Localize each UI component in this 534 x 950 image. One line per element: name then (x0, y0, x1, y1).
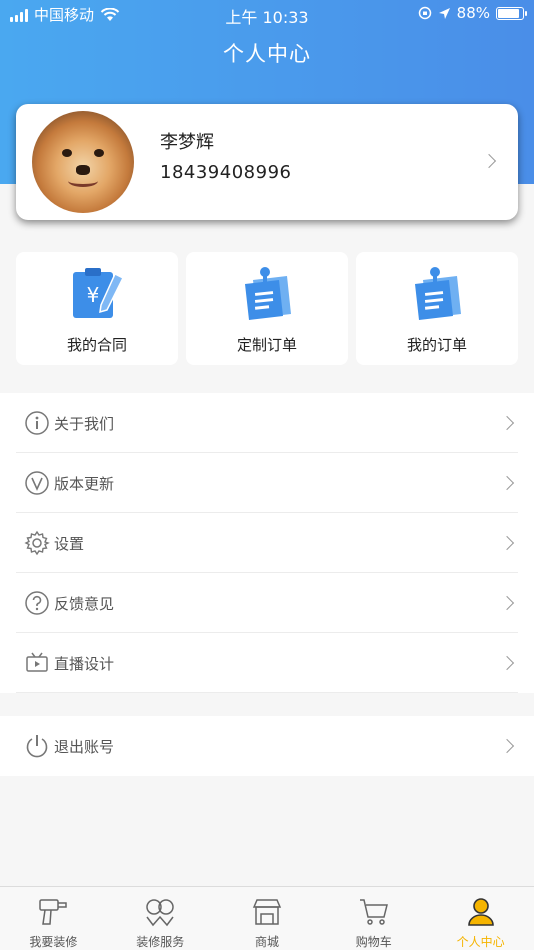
power-icon (26, 735, 48, 758)
quick-action-my-order[interactable]: 我的订单 (356, 252, 518, 365)
avatar-nose (76, 165, 90, 175)
status-bar: 中国移动 上午 10:33 88% (0, 0, 534, 28)
tab-cart[interactable]: 购物车 (320, 887, 427, 950)
contract-yen-icon: ¥ (73, 268, 125, 318)
chevron-right-icon (499, 475, 515, 491)
avatar[interactable] (32, 111, 134, 213)
info-icon (25, 411, 49, 435)
version-icon (25, 471, 49, 495)
svg-text:¥: ¥ (87, 283, 100, 307)
chevron-right-icon (499, 738, 515, 754)
chevron-right-icon (499, 655, 515, 671)
chevron-right-icon (499, 595, 515, 611)
chevron-right-icon (499, 415, 515, 431)
menu-item-label: 版本更新 (54, 475, 115, 493)
battery-level (498, 8, 520, 18)
menu-item-feedback[interactable]: 反馈意见 (16, 573, 518, 633)
avatar-mouth (68, 175, 98, 187)
avatar-eye (62, 149, 72, 157)
quick-action-label: 我的合同 (66, 336, 127, 354)
menu-item-live-design[interactable]: 直播设计 (16, 633, 518, 693)
gear-icon (24, 530, 50, 556)
tab-label: 我要装修 (29, 935, 78, 949)
drill-icon (39, 899, 68, 925)
tab-shop[interactable]: 商城 (214, 887, 321, 950)
custom-order-icon (245, 267, 291, 320)
tab-decorate[interactable]: 我要装修 (0, 887, 107, 950)
tab-label: 购物车 (355, 935, 392, 949)
settings-menu: 关于我们 版本更新 设置 反馈意见 直播设计 (0, 393, 534, 693)
live-video-icon (26, 652, 48, 672)
menu-item-label: 反馈意见 (54, 595, 115, 613)
chevron-right-icon (481, 153, 497, 169)
tab-label: 装修服务 (136, 935, 185, 949)
service-icon (146, 899, 174, 927)
tab-bar: 我要装修 装修服务 商城 购物车 个人中心 (0, 886, 534, 950)
menu-item-label: 设置 (54, 535, 85, 553)
logout-item[interactable]: 退出账号 (0, 716, 534, 776)
rotation-lock-icon (418, 6, 431, 20)
menu-item-version[interactable]: 版本更新 (16, 453, 518, 513)
page-title: 个人中心 (223, 42, 311, 66)
quick-action-contract[interactable]: ¥ 我的合同 (16, 252, 178, 365)
menu-item-settings[interactable]: 设置 (16, 513, 518, 573)
menu-item-label: 直播设计 (54, 655, 115, 673)
tab-label: 商城 (254, 935, 279, 949)
chevron-right-icon (499, 535, 515, 551)
quick-action-custom-order[interactable]: 定制订单 (186, 252, 348, 365)
battery-icon (496, 6, 527, 20)
location-icon (438, 7, 450, 19)
menu-item-about[interactable]: 关于我们 (16, 393, 518, 453)
quick-action-label: 定制订单 (236, 336, 297, 354)
my-order-icon (415, 267, 461, 320)
question-icon (25, 591, 49, 615)
profile-card[interactable]: 李梦辉 18439408996 (16, 104, 518, 220)
tab-profile[interactable]: 个人中心 (427, 887, 534, 950)
profile-phone: 18439408996 (160, 162, 292, 183)
person-icon (467, 898, 494, 926)
cart-icon (359, 899, 388, 925)
quick-action-label: 我的订单 (406, 336, 467, 354)
battery-percent: 88% (456, 4, 490, 22)
profile-name: 李梦辉 (160, 132, 214, 153)
logout-label: 退出账号 (54, 738, 115, 756)
tab-service[interactable]: 装修服务 (107, 887, 214, 950)
shop-icon (252, 899, 282, 925)
avatar-eye (94, 149, 104, 157)
tab-label: 个人中心 (456, 935, 505, 949)
menu-item-label: 关于我们 (54, 415, 115, 433)
